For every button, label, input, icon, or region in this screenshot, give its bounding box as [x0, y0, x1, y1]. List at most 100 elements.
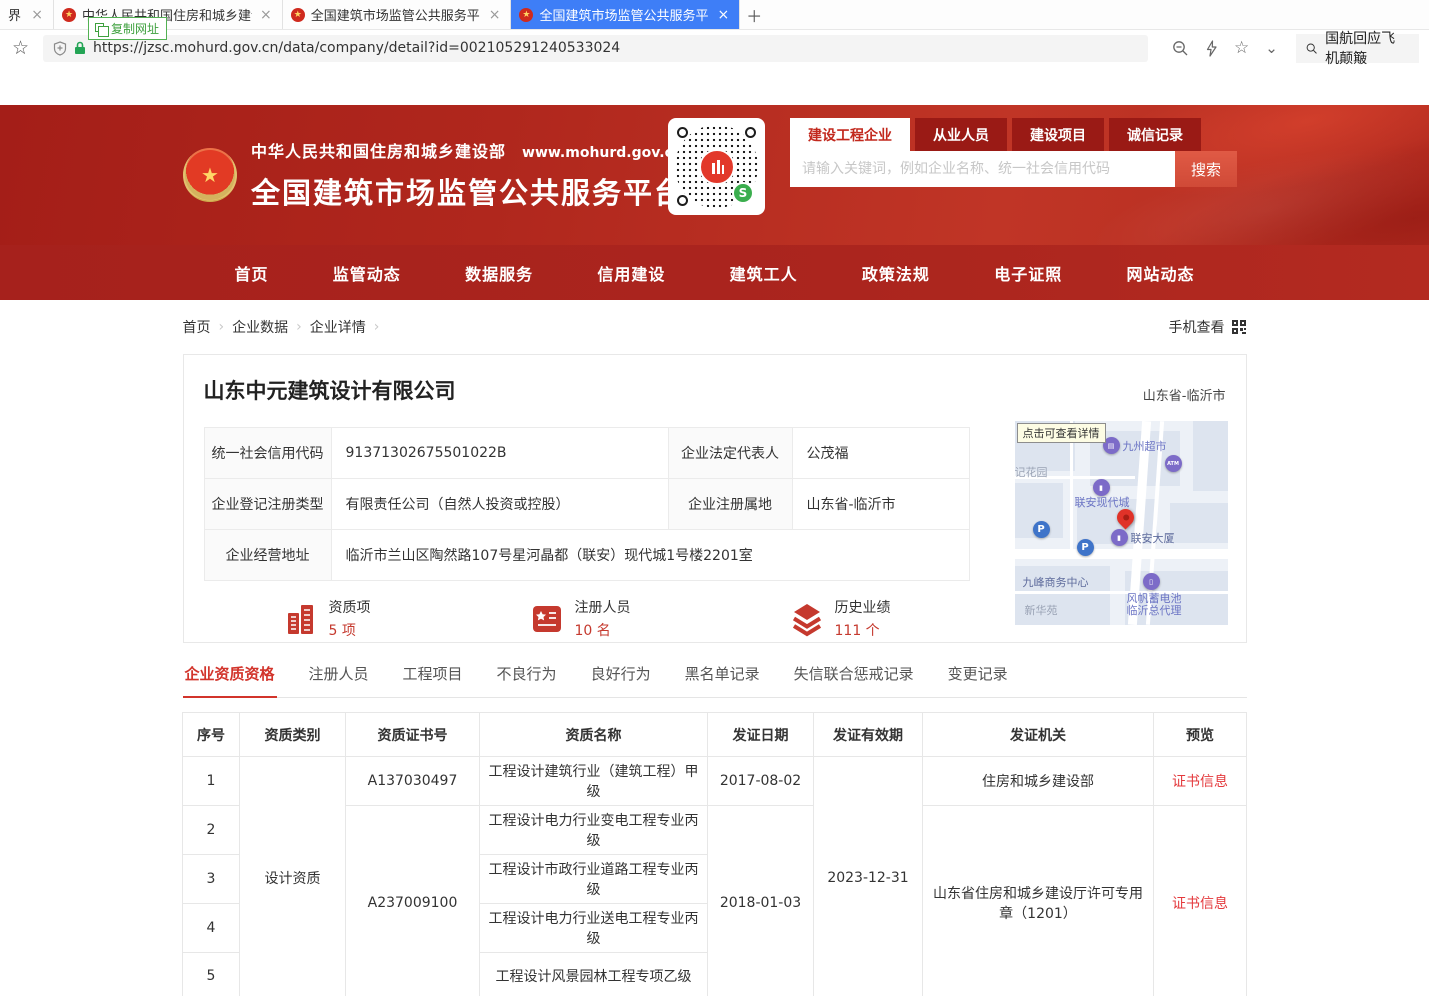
stat-qualifications[interactable]: 资质项 5 项 [283, 597, 371, 640]
tab-close-icon[interactable]: × [258, 7, 274, 23]
mobile-view-button[interactable]: 手机查看 [1169, 317, 1247, 337]
col-authority: 发证机关 [923, 713, 1154, 757]
crumb-company-detail[interactable]: 企业详情 [310, 317, 366, 337]
building-marker-icon[interactable]: ▮ [1111, 529, 1128, 546]
qr-code-icon [1231, 319, 1247, 335]
lock-icon [74, 41, 86, 55]
wechat-miniprogram-icon: S [732, 182, 754, 204]
search-tab-credit[interactable]: 诚信记录 [1109, 118, 1201, 151]
ministry-url: www.mohurd.gov.cn [522, 145, 683, 161]
issue-date: 2017-08-02 [708, 757, 814, 806]
emblem-favicon-icon: ★ [62, 8, 76, 22]
tab-bad-behavior[interactable]: 不良行为 [495, 663, 559, 697]
parking-marker-icon[interactable]: P [1077, 539, 1094, 556]
search-tab-enterprise[interactable]: 建设工程企业 [790, 118, 910, 151]
company-name: 山东中元建筑设计有限公司 [204, 375, 1226, 405]
lightning-icon[interactable] [1205, 40, 1218, 57]
copy-url-tooltip[interactable]: 复制网址 [88, 17, 167, 40]
tab-registered-personnel[interactable]: 注册人员 [307, 663, 371, 697]
tab-close-icon[interactable]: × [487, 7, 503, 23]
nav-policy[interactable]: 政策法规 [862, 261, 930, 285]
nav-e-license[interactable]: 电子证照 [994, 261, 1062, 285]
search-tab-personnel[interactable]: 从业人员 [915, 118, 1007, 151]
toolbar-icons: ☆ ⌄ [1172, 38, 1278, 58]
tab-dishonesty-records[interactable]: 失信联合惩戒记录 [792, 663, 916, 697]
national-emblem-icon: ★ [183, 148, 237, 202]
certificate-info-link[interactable]: 证书信息 [1172, 896, 1228, 912]
tab-blacklist[interactable]: 黑名单记录 [683, 663, 762, 697]
nav-home[interactable]: 首页 [235, 261, 269, 285]
issuing-authority: 住房和城乡建设部 [923, 757, 1154, 806]
tab-qualifications[interactable]: 企业资质资格 [183, 663, 277, 698]
row-index: 5 [183, 953, 240, 996]
address-bar[interactable]: https://jzsc.mohurd.gov.cn/data/company/… [43, 35, 1148, 62]
tab-close-icon[interactable]: × [715, 7, 731, 23]
cert-no: A237009100 [346, 806, 480, 996]
company-region: 山东省-临沂市 [1143, 385, 1226, 404]
col-validity: 发证有效期 [814, 713, 923, 757]
new-tab-button[interactable]: ＋ [740, 0, 768, 29]
qual-name: 工程设计市政行业道路工程专业丙级 [480, 855, 708, 904]
nav-credit[interactable]: 信用建设 [597, 261, 665, 285]
browser-tab-jzsc-active[interactable]: ★ 全国建筑市场监管公共服务平台 × [511, 0, 740, 29]
browser-tab-jzsc-1[interactable]: ★ 全国建筑市场监管公共服务平台 × [283, 0, 512, 29]
legal-rep-value: 公茂福 [792, 428, 969, 479]
tab-projects[interactable]: 工程项目 [401, 663, 465, 697]
company-card: 山东中元建筑设计有限公司 山东省-临沂市 统一社会信用代码 9137130267… [183, 354, 1247, 643]
chevron-right-icon: › [374, 319, 380, 335]
tab-change-records[interactable]: 变更记录 [946, 663, 1010, 697]
certificate-info-link[interactable]: 证书信息 [1172, 774, 1228, 790]
news-search-box[interactable]: 国航回应飞机颠簸 [1296, 34, 1419, 63]
issuing-authority: 山东省住房和城乡建设厅许可专用章（1201） [923, 806, 1154, 996]
bookmark-star-icon[interactable]: ☆ [12, 37, 29, 59]
layers-icon [789, 601, 825, 637]
address-value: 临沂市兰山区陶然路107号星河晶都（联安）现代城1号楼2201室 [331, 530, 969, 581]
stat-personnel[interactable]: 注册人员 10 名 [529, 597, 631, 640]
map-label: 联安现代城 [1075, 497, 1130, 510]
row-index: 2 [183, 806, 240, 855]
qual-name: 工程设计建筑行业（建筑工程）甲级 [480, 757, 708, 806]
nav-workers[interactable]: 建筑工人 [730, 261, 798, 285]
map-label: 九州超市 [1123, 441, 1167, 454]
main-nav: 首页 监管动态 数据服务 信用建设 建筑工人 政策法规 电子证照 网站动态 [0, 245, 1429, 300]
qr-ring-icon [677, 127, 688, 138]
cert-no: A137030497 [346, 757, 480, 806]
zoom-out-icon[interactable] [1172, 40, 1189, 57]
crumb-company-data[interactable]: 企业数据 [232, 317, 288, 337]
shop-marker-icon[interactable]: ▯ [1143, 573, 1160, 590]
url-row: ☆ https://jzsc.mohurd.gov.cn/data/compan… [0, 30, 1429, 66]
qr-ring-icon [677, 195, 688, 206]
field-label: 企业登记注册类型 [204, 479, 331, 530]
crumb-home[interactable]: 首页 [183, 317, 211, 337]
nav-supervision[interactable]: 监管动态 [333, 261, 401, 285]
map-label: 记花园 [1015, 467, 1048, 480]
qr-center-logo [699, 149, 735, 185]
shield-icon[interactable] [53, 41, 67, 56]
location-map[interactable]: ▤ 九州超市 ATM 记花园 ▮ 联安现代城 ▮ 联安大厦 P P 九峰商务中心… [1015, 421, 1228, 625]
row-index: 3 [183, 855, 240, 904]
search-tab-project[interactable]: 建设项目 [1012, 118, 1104, 151]
building-marker-icon[interactable]: ▮ [1093, 479, 1110, 496]
qual-name: 工程设计电力行业送电工程专业丙级 [480, 904, 708, 953]
stat-achievements[interactable]: 历史业绩 111 个 [789, 597, 891, 640]
nav-site-news[interactable]: 网站动态 [1126, 261, 1194, 285]
browser-tab-partial[interactable]: 界 × [0, 0, 54, 29]
breadcrumb-row: 首页 › 企业数据 › 企业详情 › 手机查看 [183, 312, 1247, 342]
parking-marker-icon[interactable]: P [1033, 521, 1050, 538]
chevron-down-icon[interactable]: ⌄ [1265, 39, 1278, 57]
platform-title: 全国建筑市场监管公共服务平台 [251, 170, 685, 212]
search-button[interactable]: 搜索 [1175, 151, 1237, 187]
emblem-favicon-icon: ★ [519, 8, 533, 22]
search-category-tabs: 建设工程企业 从业人员 建设项目 诚信记录 [790, 118, 1237, 151]
map-label: 联安大厦 [1131, 533, 1175, 546]
row-index: 1 [183, 757, 240, 806]
tab-close-icon[interactable]: × [29, 7, 45, 23]
field-label: 企业注册属地 [668, 479, 792, 530]
nav-data-service[interactable]: 数据服务 [465, 261, 533, 285]
browser-chrome: 界 × ★ 中华人民共和国住房和城乡建设 × ★ 全国建筑市场监管公共服务平台 … [0, 0, 1429, 66]
copy-icon [95, 23, 104, 32]
favorite-star-icon[interactable]: ☆ [1234, 38, 1249, 58]
tab-good-behavior[interactable]: 良好行为 [589, 663, 653, 697]
keyword-search-input[interactable] [790, 151, 1175, 187]
atm-marker-icon[interactable]: ATM [1165, 455, 1182, 472]
